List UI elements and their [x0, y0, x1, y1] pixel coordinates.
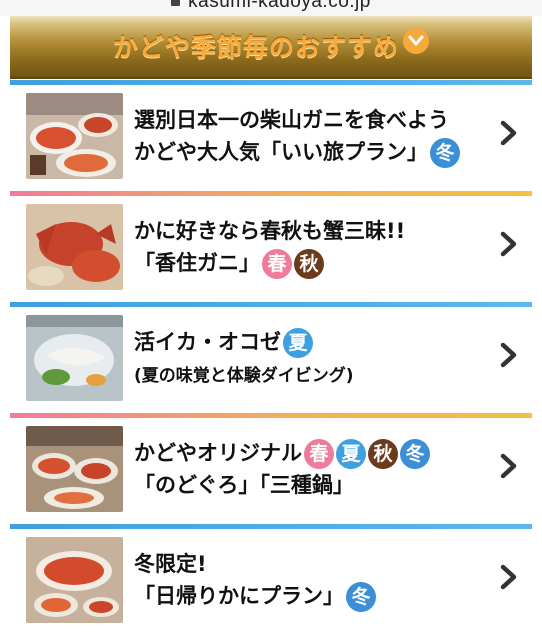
header-title: かどや季節毎のおすすめ	[112, 33, 399, 62]
item-title: かに好きなら春秋も蟹三昧!!	[134, 219, 406, 243]
divider-bar	[10, 302, 532, 307]
season-badge-winter: 冬	[430, 138, 460, 168]
divider-bar	[10, 413, 532, 418]
divider-bar	[10, 191, 532, 196]
url-display[interactable]: kasumi-kadoya.co.jp	[0, 0, 542, 13]
chevron-right-icon[interactable]	[500, 231, 518, 257]
season-badge-winter: 冬	[346, 582, 376, 612]
season-badge-summer: 夏	[283, 328, 313, 358]
crab-course-photo	[26, 426, 123, 512]
item-subtitle: 「のどぐろ」「三種鍋」	[134, 473, 354, 497]
item-subtitle: かどや大人気「いい旅プラン」	[134, 140, 428, 164]
header-title-row: かどや季節毎のおすすめ	[10, 28, 532, 64]
season-badge-spring: 春	[262, 249, 292, 279]
chevron-right-icon[interactable]	[500, 453, 518, 479]
item-subtitle: (夏の味覚と体験ダイビング)	[134, 366, 354, 386]
season-badge-autumn: 秋	[368, 439, 398, 469]
chevron-right-icon[interactable]	[500, 564, 518, 590]
seasonal-recommendations-header[interactable]: かどや季節毎のおすすめ	[10, 16, 532, 79]
item-subtitle-row: 「日帰りかにプラン」冬	[134, 580, 376, 612]
url-text: kasumi-kadoya.co.jp	[188, 0, 371, 12]
item-title: 冬限定!	[134, 552, 207, 576]
divider-bar	[10, 80, 532, 85]
chevron-down-icon[interactable]	[403, 28, 429, 54]
crab-dish-photo	[26, 93, 123, 179]
item-title: 選別日本一の柴山ガニを食べよう	[134, 108, 449, 132]
item-subtitle: 「日帰りかにプラン」	[134, 584, 344, 608]
item-title: 活イカ・オコゼ	[134, 330, 281, 354]
browser-url-bar[interactable]: kasumi-kadoya.co.jp	[0, 0, 542, 16]
list-item-squid-okoze[interactable]: 活イカ・オコゼ夏 (夏の味覚と体験ダイビング)	[10, 302, 532, 408]
divider-bar	[10, 524, 532, 529]
item-title: かどやオリジナル	[134, 441, 302, 465]
list-item-day-trip-plan[interactable]: 冬限定! 「日帰りかにプラン」冬	[10, 524, 532, 630]
item-title-row: かどやオリジナル春夏秋冬	[134, 437, 430, 469]
lock-icon	[171, 0, 181, 7]
red-crab-photo	[26, 204, 123, 290]
list-item-kasumi-gani[interactable]: かに好きなら春秋も蟹三昧!! 「香住ガニ」春秋	[10, 191, 532, 297]
item-subtitle: 「香住ガニ」	[134, 251, 260, 275]
list-item-kadoya-original[interactable]: かどやオリジナル春夏秋冬 「のどぐろ」「三種鍋」	[10, 413, 532, 519]
season-badge-spring: 春	[304, 439, 334, 469]
season-badge-autumn: 秋	[294, 249, 324, 279]
item-title-row: 活イカ・オコゼ夏	[134, 326, 313, 358]
item-subtitle-row: かどや大人気「いい旅プラン」冬	[134, 136, 460, 168]
chevron-right-icon[interactable]	[500, 120, 518, 146]
season-badge-winter: 冬	[400, 439, 430, 469]
crab-platter-photo	[26, 537, 123, 623]
list-item-kani-plan[interactable]: 選別日本一の柴山ガニを食べよう かどや大人気「いい旅プラン」冬	[10, 80, 532, 186]
season-badge-summer: 夏	[336, 439, 366, 469]
chevron-right-icon[interactable]	[500, 342, 518, 368]
item-subtitle-row: 「香住ガニ」春秋	[134, 247, 324, 279]
squid-sashimi-photo	[26, 315, 123, 401]
